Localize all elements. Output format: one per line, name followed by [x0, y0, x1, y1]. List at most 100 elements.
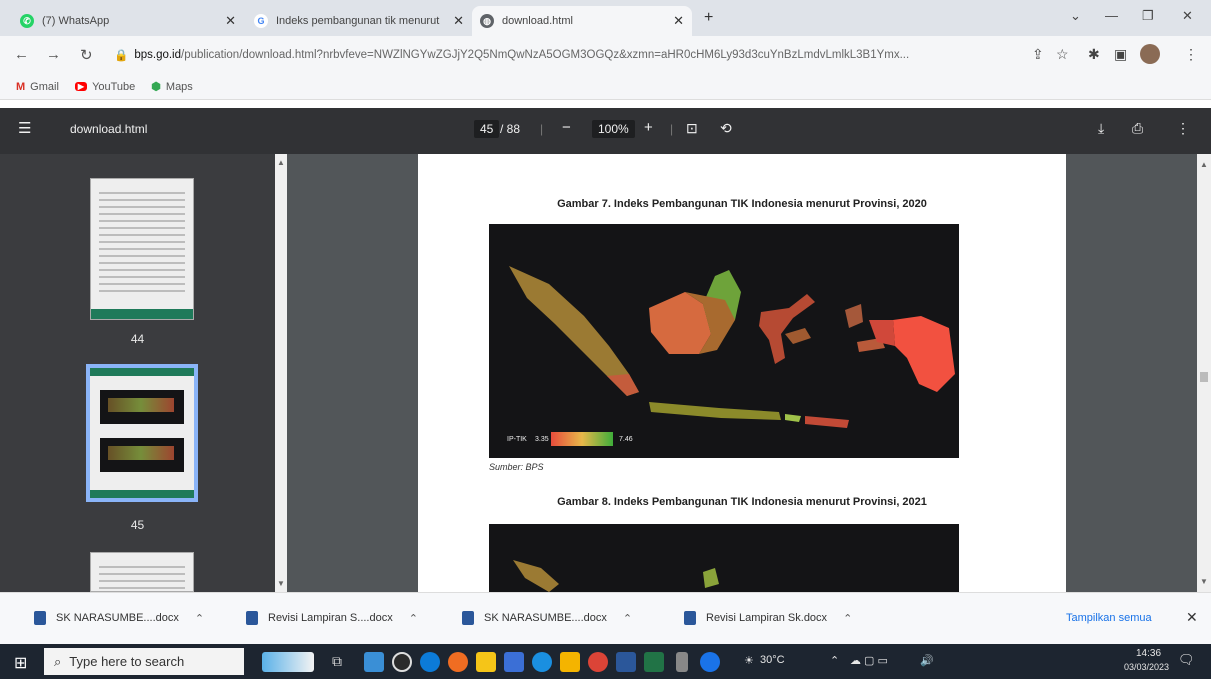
clock-date[interactable]: 03/03/2023 — [1124, 662, 1169, 672]
fit-page-icon[interactable]: ⊡ — [686, 120, 698, 137]
folder-icon[interactable] — [560, 652, 580, 672]
rotate-icon[interactable]: ⟲ — [720, 120, 732, 137]
legend-title: IP-TIK — [507, 436, 527, 443]
close-icon[interactable]: ✕ — [225, 13, 236, 29]
address-bar[interactable]: 🔒 bps.go.id /publication/download.html?n… — [114, 42, 1014, 68]
thumbnail-page-45[interactable] — [86, 364, 198, 502]
thumbnail-page-46[interactable] — [90, 552, 194, 592]
taskbar-search-box[interactable]: ⌕ Type here to search — [44, 648, 244, 675]
spacer — [0, 100, 1211, 108]
tray-icons[interactable]: ☁ ▢ ▭ — [850, 654, 888, 667]
close-icon[interactable]: ✕ — [673, 13, 684, 29]
more-options-icon[interactable]: ⋮ — [1176, 120, 1190, 137]
close-icon[interactable]: ✕ — [453, 13, 464, 29]
download-item[interactable]: SK NARASUMBE....docx ⌃ — [34, 611, 204, 625]
zoom-level-input[interactable]: 100% — [592, 120, 635, 138]
chevron-up-icon[interactable]: ⌃ — [195, 612, 204, 625]
show-all-downloads-button[interactable]: Tampilkan semua — [1066, 612, 1152, 624]
bookmark-maps[interactable]: ⬢ Maps — [151, 80, 193, 94]
tab-google-search[interactable]: G Indeks pembangunan tik menurut ✕ — [246, 6, 472, 36]
chevron-up-icon[interactable]: ⌃ — [623, 612, 632, 625]
app-icon[interactable] — [700, 652, 720, 672]
tab-whatsapp[interactable]: ✆ (7) WhatsApp ✕ — [12, 6, 244, 36]
bookmark-youtube[interactable]: ▶ YouTube — [74, 80, 136, 93]
bookmark-gmail[interactable]: M Gmail — [16, 81, 59, 93]
pdf-page: Gambar 7. Indeks Pembangunan TIK Indones… — [418, 154, 1066, 592]
download-icon[interactable]: ⤓ — [1098, 120, 1104, 137]
download-item[interactable]: Revisi Lampiran S....docx ⌃ — [246, 611, 418, 625]
reload-button[interactable]: ↻ — [80, 46, 93, 64]
divider: | — [670, 122, 674, 136]
excel-icon[interactable] — [644, 652, 664, 672]
weather-temp[interactable]: 30°C — [760, 654, 785, 666]
zoom-out-button[interactable]: − — [562, 119, 571, 136]
word-doc-icon — [246, 611, 258, 625]
task-view-icon[interactable]: ⧉ — [332, 653, 342, 670]
legend-min: 3.35 — [535, 436, 549, 443]
document-viewport[interactable]: Gambar 7. Indeks Pembangunan TIK Indones… — [287, 154, 1197, 592]
side-panel-icon[interactable]: ▣ — [1114, 46, 1127, 63]
zoom-in-button[interactable]: + — [644, 119, 653, 136]
page-total: / 88 — [500, 122, 521, 136]
bookmark-star-icon[interactable]: ☆ — [1056, 46, 1069, 63]
extensions-icon[interactable]: ✱ — [1088, 46, 1100, 63]
notification-icon[interactable]: 🗨 — [1178, 652, 1195, 668]
download-filename: SK NARASUMBE....docx — [56, 612, 179, 624]
mail-icon[interactable] — [364, 652, 384, 672]
tab-download-html[interactable]: ◍ download.html ✕ — [472, 6, 692, 36]
close-shelf-button[interactable]: ✕ — [1186, 609, 1198, 626]
chrome-icon[interactable] — [392, 652, 412, 672]
windows-start-icon[interactable]: ⊞ — [14, 653, 27, 673]
firefox-icon[interactable] — [448, 652, 468, 672]
download-item[interactable]: Revisi Lampiran Sk.docx ⌃ — [684, 611, 852, 625]
hamburger-menu-icon[interactable]: ☰ — [18, 119, 31, 137]
forward-button[interactable]: → — [46, 46, 61, 63]
globe-icon: ◍ — [480, 14, 494, 28]
download-item[interactable]: SK NARASUMBE....docx ⌃ — [462, 611, 632, 625]
share-icon[interactable]: ⇪ — [1032, 46, 1044, 63]
sidebar-scrollbar[interactable]: ▲ ▼ — [275, 154, 287, 592]
legend-colorbar — [551, 432, 613, 446]
minimize-button[interactable]: — — [1105, 8, 1118, 23]
url-host: bps.go.id — [134, 49, 182, 61]
word-doc-icon — [684, 611, 696, 625]
back-button[interactable]: ← — [14, 46, 29, 63]
scroll-down-icon[interactable]: ▼ — [1200, 577, 1208, 586]
restore-button[interactable]: ❐ — [1142, 8, 1154, 24]
bookmark-label: YouTube — [92, 80, 136, 93]
chevron-up-icon[interactable]: ⌃ — [843, 612, 852, 625]
thumbnail-page-44[interactable] — [90, 178, 194, 320]
close-window-button[interactable]: ✕ — [1182, 8, 1193, 24]
search-highlight-image[interactable] — [262, 652, 314, 672]
app-icon[interactable] — [676, 652, 688, 672]
chrome-icon[interactable] — [588, 652, 608, 672]
edge-icon[interactable] — [420, 652, 440, 672]
file-explorer-icon[interactable] — [476, 652, 496, 672]
scroll-up-icon[interactable]: ▲ — [1200, 160, 1208, 169]
weather-icon[interactable]: ☀ — [744, 654, 754, 667]
bookmark-label: Gmail — [30, 80, 59, 93]
print-icon[interactable]: ⎙ — [1132, 120, 1143, 137]
page-number-input[interactable]: 45 — [474, 120, 500, 138]
map-region-sumatra — [513, 560, 559, 592]
scroll-up-icon[interactable]: ▲ — [277, 158, 285, 167]
volume-icon[interactable]: 🔊 — [920, 654, 934, 667]
tab-search-chevron-icon[interactable]: ⌄ — [1070, 8, 1081, 24]
app-icon[interactable] — [504, 652, 524, 672]
lock-icon: 🔒 — [114, 50, 129, 62]
chevron-up-icon[interactable]: ⌃ — [409, 612, 418, 625]
download-filename: Revisi Lampiran S....docx — [268, 612, 393, 624]
clock-time[interactable]: 14:36 — [1136, 648, 1161, 659]
scroll-down-icon[interactable]: ▼ — [277, 579, 285, 588]
document-scrollbar[interactable]: ▲ ▼ — [1197, 154, 1211, 592]
download-shelf: SK NARASUMBE....docx ⌃ Revisi Lampiran S… — [0, 592, 1211, 644]
menu-kebab-icon[interactable]: ⋮ — [1184, 46, 1198, 63]
avatar[interactable] — [1140, 44, 1160, 64]
word-icon[interactable] — [616, 652, 636, 672]
app-icon[interactable] — [532, 652, 552, 672]
map-region-sulawesi — [759, 294, 815, 364]
scrollbar-thumb[interactable] — [1200, 372, 1208, 382]
tray-chevron-icon[interactable]: ⌃ — [830, 654, 839, 667]
new-tab-button[interactable]: + — [704, 9, 713, 27]
download-filename: SK NARASUMBE....docx — [484, 612, 607, 624]
